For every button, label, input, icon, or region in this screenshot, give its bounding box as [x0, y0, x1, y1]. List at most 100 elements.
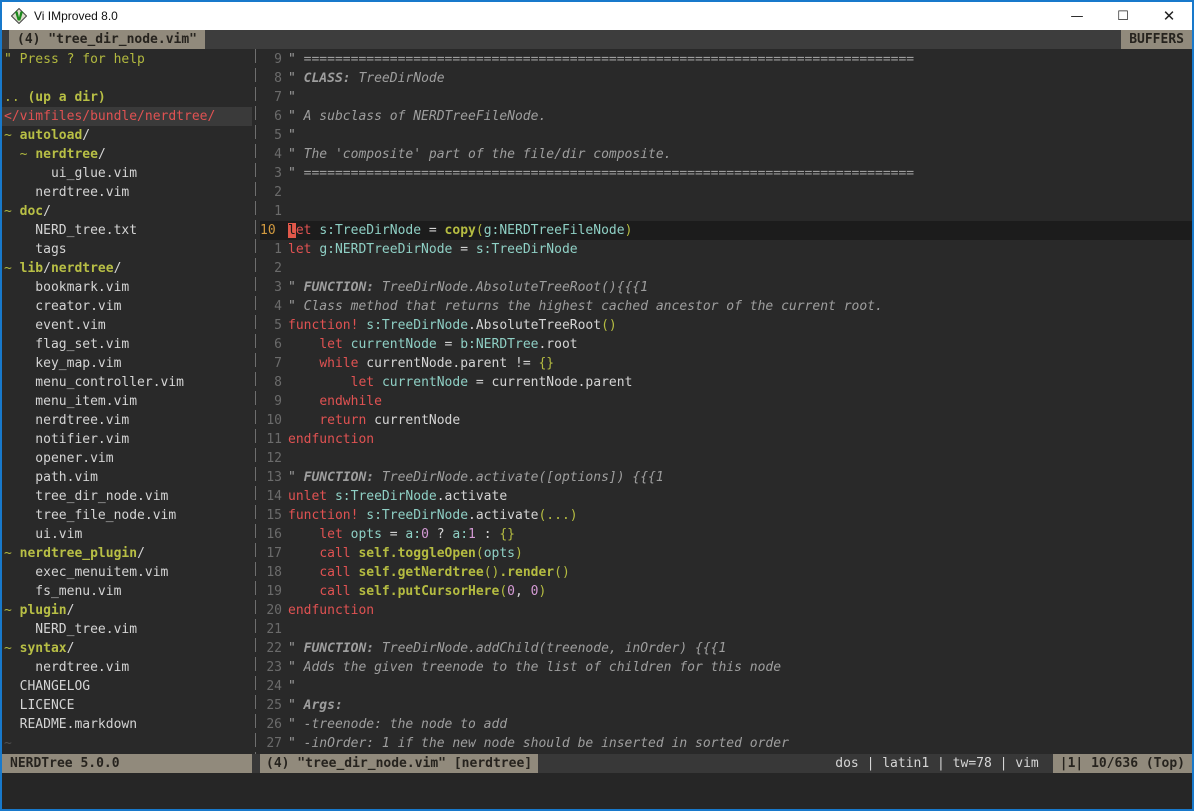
tree-item[interactable]: ui_glue.vim	[2, 164, 252, 183]
code-line[interactable]: 18 call self.getNerdtree().render()	[260, 563, 1192, 582]
tree-item[interactable]: event.vim	[2, 316, 252, 335]
tree-item[interactable]: </vimfiles/bundle/nerdtree/	[2, 107, 252, 126]
text-segment-slash: /	[137, 546, 145, 561]
code-line[interactable]: 20endfunction	[260, 601, 1192, 620]
code-line[interactable]: 1let g:NERDTreeDirNode = s:TreeDirNode	[260, 240, 1192, 259]
code-line[interactable]: 25" Args:	[260, 696, 1192, 715]
text-segment-tx: =	[421, 223, 444, 238]
code-text: unlet s:TreeDirNode.activate	[288, 487, 1192, 506]
tree-item[interactable]: menu_item.vim	[2, 392, 252, 411]
line-number: 18	[260, 563, 282, 582]
line-number: 5	[260, 126, 282, 145]
code-line[interactable]: 8 let currentNode = currentNode.parent	[260, 373, 1192, 392]
tree-item[interactable]	[2, 69, 252, 88]
tree-item[interactable]: ~ autoload/	[2, 126, 252, 145]
code-line[interactable]: 8" CLASS: TreeDirNode	[260, 69, 1192, 88]
tree-item[interactable]: README.markdown	[2, 715, 252, 734]
tree-item[interactable]: notifier.vim	[2, 430, 252, 449]
code-line[interactable]: 9 endwhile	[260, 392, 1192, 411]
tree-item[interactable]: key_map.vim	[2, 354, 252, 373]
code-line[interactable]: 23" Adds the given treenode to the list …	[260, 658, 1192, 677]
close-button[interactable]: ✕	[1146, 2, 1192, 30]
code-line[interactable]: 1	[260, 202, 1192, 221]
tree-item[interactable]: creator.vim	[2, 297, 252, 316]
code-line[interactable]: 4" The 'composite' part of the file/dir …	[260, 145, 1192, 164]
window-separator[interactable]	[252, 49, 260, 754]
code-line[interactable]: 13" FUNCTION: TreeDirNode.activate([opti…	[260, 468, 1192, 487]
tree-item[interactable]: ~ lib/nerdtree/	[2, 259, 252, 278]
code-text: " FUNCTION: TreeDirNode.addChild(treenod…	[288, 639, 1192, 658]
tree-item[interactable]: opener.vim	[2, 449, 252, 468]
minimize-button[interactable]: —	[1054, 2, 1100, 30]
code-line[interactable]: 15function! s:TreeDirNode.activate(...)	[260, 506, 1192, 525]
tree-item[interactable]: ~ nerdtree_plugin/	[2, 544, 252, 563]
tabline-fill	[205, 30, 1121, 49]
code-line[interactable]: 21	[260, 620, 1192, 639]
text-segment-fn: self.getNerdtree	[358, 565, 483, 580]
code-line[interactable]: 9" =====================================…	[260, 50, 1192, 69]
tree-item[interactable]: ~ doc/	[2, 202, 252, 221]
code-line[interactable]: 24"	[260, 677, 1192, 696]
tree-item[interactable]: bookmark.vim	[2, 278, 252, 297]
tree-item[interactable]: nerdtree.vim	[2, 411, 252, 430]
code-line[interactable]: 5"	[260, 126, 1192, 145]
text-segment-file: notifier.vim	[4, 432, 129, 447]
code-line[interactable]: 19 call self.putCursorHere(0, 0)	[260, 582, 1192, 601]
tree-item[interactable]: .. (up a dir)	[2, 88, 252, 107]
tree-item[interactable]: " Press ? for help	[2, 50, 252, 69]
line-number: 3	[260, 164, 282, 183]
code-line[interactable]: 10let s:TreeDirNode = copy(g:NERDTreeFil…	[260, 221, 1192, 240]
text-segment-pr: ()	[601, 318, 617, 333]
text-segment-cm: " ======================================…	[288, 166, 914, 181]
tree-item[interactable]: NERD_tree.txt	[2, 221, 252, 240]
tree-item[interactable]: ~	[2, 734, 252, 753]
tree-item[interactable]: nerdtree.vim	[2, 183, 252, 202]
text-segment-cmb: FUNCTION:	[304, 470, 374, 485]
tree-item[interactable]: ~ nerdtree/	[2, 145, 252, 164]
tree-item[interactable]: tree_file_node.vim	[2, 506, 252, 525]
code-text: "	[288, 126, 1192, 145]
code-line[interactable]: 5function! s:TreeDirNode.AbsoluteTreeRoo…	[260, 316, 1192, 335]
tree-item[interactable]: nerdtree.vim	[2, 658, 252, 677]
code-line[interactable]: 14unlet s:TreeDirNode.activate	[260, 487, 1192, 506]
maximize-button[interactable]: ☐	[1100, 2, 1146, 30]
tree-item[interactable]: exec_menuitem.vim	[2, 563, 252, 582]
code-line[interactable]: 10 return currentNode	[260, 411, 1192, 430]
tree-item[interactable]: CHANGELOG	[2, 677, 252, 696]
code-line[interactable]: 3" FUNCTION: TreeDirNode.AbsoluteTreeRoo…	[260, 278, 1192, 297]
tree-item[interactable]: fs_menu.vim	[2, 582, 252, 601]
tree-item[interactable]: ~ syntax/	[2, 639, 252, 658]
code-line[interactable]: 6 let currentNode = b:NERDTree.root	[260, 335, 1192, 354]
text-segment-root: </vimfiles/bundle/nerdtree/	[4, 109, 215, 124]
code-line[interactable]: 7"	[260, 88, 1192, 107]
code-line[interactable]: 16 let opts = a:0 ? a:1 : {}	[260, 525, 1192, 544]
text-segment-tx	[343, 527, 351, 542]
tree-item[interactable]: tree_dir_node.vim	[2, 487, 252, 506]
code-text: let s:TreeDirNode = copy(g:NERDTreeFileN…	[288, 221, 1192, 240]
vim-window: Vi IMproved 8.0 — ☐ ✕ (4) "tree_dir_node…	[0, 0, 1194, 811]
tree-item[interactable]: ui.vim	[2, 525, 252, 544]
tree-item[interactable]: ~ plugin/	[2, 601, 252, 620]
buffers-tab[interactable]: BUFFERS	[1121, 30, 1192, 49]
tree-item[interactable]: NERD_tree.vim	[2, 620, 252, 639]
code-line[interactable]: 26" -treenode: the node to add	[260, 715, 1192, 734]
code-line[interactable]: 17 call self.toggleOpen(opts)	[260, 544, 1192, 563]
code-line[interactable]: 2	[260, 183, 1192, 202]
tree-item[interactable]: flag_set.vim	[2, 335, 252, 354]
code-line[interactable]: 11endfunction	[260, 430, 1192, 449]
code-line[interactable]: 7 while currentNode.parent != {}	[260, 354, 1192, 373]
code-line[interactable]: 27" -inOrder: 1 if the new node should b…	[260, 734, 1192, 753]
tree-item[interactable]: LICENCE	[2, 696, 252, 715]
code-line[interactable]: 4" Class method that returns the highest…	[260, 297, 1192, 316]
code-line[interactable]: 12	[260, 449, 1192, 468]
tree-item[interactable]: path.vim	[2, 468, 252, 487]
tree-item[interactable]: tags	[2, 240, 252, 259]
text-segment-pr: )	[625, 223, 633, 238]
code-line[interactable]: 6" A subclass of NERDTreeFileNode.	[260, 107, 1192, 126]
tree-item[interactable]: menu_controller.vim	[2, 373, 252, 392]
text-segment-dirb: plugin	[20, 603, 67, 618]
code-line[interactable]: 2	[260, 259, 1192, 278]
tab-tree-dir-node[interactable]: (4) "tree_dir_node.vim"	[9, 30, 205, 49]
code-line[interactable]: 22" FUNCTION: TreeDirNode.addChild(treen…	[260, 639, 1192, 658]
code-line[interactable]: 3 " =====================================…	[260, 164, 1192, 183]
